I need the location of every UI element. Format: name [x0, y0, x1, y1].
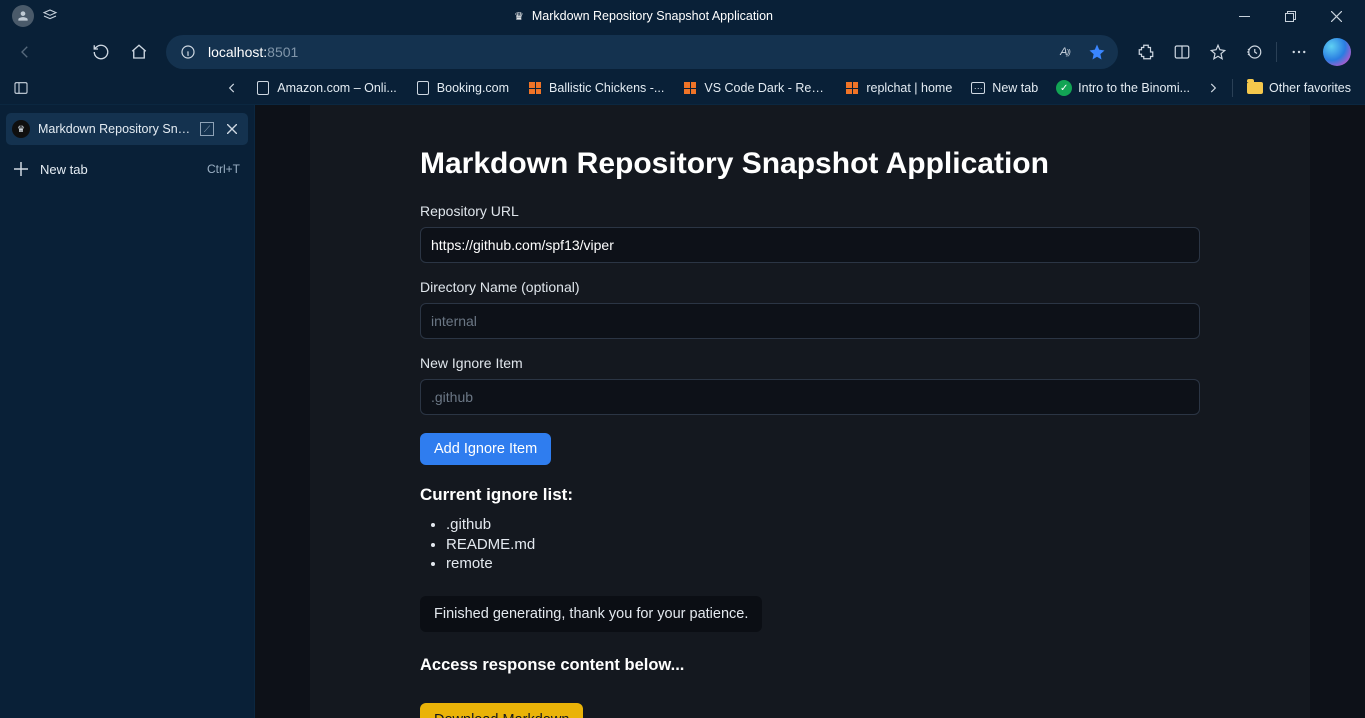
read-aloud-icon[interactable]: A)): [1050, 37, 1080, 67]
access-heading: Access response content below...: [420, 656, 1200, 675]
dir-name-label: Directory Name (optional): [420, 279, 1200, 295]
favorite-label: VS Code Dark - Rep...: [704, 81, 826, 95]
tab-favicon-icon: ♛: [12, 120, 30, 138]
vertical-tab-strip: ♛ Markdown Repository Snapshot ⟋ New tab…: [0, 105, 255, 718]
sq-icon: [844, 80, 860, 96]
page-icon: [255, 80, 271, 96]
status-message: Finished generating, thank you for your …: [420, 596, 762, 632]
tab-close-icon[interactable]: [222, 119, 242, 139]
site-info-icon[interactable]: [178, 42, 198, 62]
new-tab-label: New tab: [40, 162, 197, 177]
profile-avatar[interactable]: [12, 5, 34, 27]
close-button[interactable]: [1313, 0, 1359, 32]
favorite-label: Booking.com: [437, 81, 509, 95]
favorites-icon[interactable]: [1200, 35, 1236, 69]
favorite-item[interactable]: replchat | home: [836, 77, 960, 99]
favorite-label: Amazon.com – Onli...: [277, 81, 397, 95]
favorite-item[interactable]: Ballistic Chickens -...: [519, 77, 672, 99]
ignore-list-heading: Current ignore list:: [420, 485, 1200, 505]
vertical-tab-active[interactable]: ♛ Markdown Repository Snapshot ⟋: [6, 113, 248, 145]
address-url: localhost:8501: [208, 44, 1040, 60]
extensions-icon[interactable]: [1128, 35, 1164, 69]
vertical-tabs-toggle[interactable]: [6, 73, 36, 103]
tab-mute-icon[interactable]: ⟋: [200, 122, 214, 136]
nav-toolbar: localhost:8501 A)): [0, 32, 1365, 72]
favorite-item[interactable]: Amazon.com – Onli...: [247, 77, 405, 99]
fav-scroll-right[interactable]: [1200, 75, 1226, 101]
streamlit-app: Markdown Repository Snapshot Application…: [310, 105, 1310, 718]
sidebar-icon[interactable]: [1164, 35, 1200, 69]
favorite-label: Ballistic Chickens -...: [549, 81, 664, 95]
other-favorites-label: Other favorites: [1269, 81, 1351, 95]
favbar-divider: [1232, 79, 1233, 97]
minimize-button[interactable]: [1221, 0, 1267, 32]
ignore-item-input[interactable]: [420, 379, 1200, 415]
more-menu-icon[interactable]: [1281, 35, 1317, 69]
address-bar[interactable]: localhost:8501 A)): [166, 35, 1118, 69]
page-viewport[interactable]: Markdown Repository Snapshot Application…: [255, 105, 1365, 718]
plus-icon: [14, 162, 30, 176]
new-tab-button[interactable]: New tab Ctrl+T: [6, 151, 248, 187]
fav-scroll-left[interactable]: [219, 75, 245, 101]
favorite-item[interactable]: VS Code Dark - Rep...: [674, 77, 834, 99]
titlebar: ♛ Markdown Repository Snapshot Applicati…: [0, 0, 1365, 32]
dir-name-input[interactable]: [420, 303, 1200, 339]
new-tab-shortcut: Ctrl+T: [207, 162, 240, 176]
favorite-item[interactable]: Booking.com: [407, 77, 517, 99]
repo-url-input[interactable]: [420, 227, 1200, 263]
tab-title: Markdown Repository Snapshot: [38, 122, 192, 136]
add-ignore-button[interactable]: Add Ignore Item: [420, 433, 551, 465]
app-favicon-icon: ♛: [514, 10, 524, 23]
home-button[interactable]: [122, 35, 156, 69]
maximize-button[interactable]: [1267, 0, 1313, 32]
ignore-list: .githubREADME.mdremote: [446, 515, 1200, 574]
window-title: Markdown Repository Snapshot Application: [532, 9, 773, 23]
workspace: ♛ Markdown Repository Snapshot ⟋ New tab…: [0, 104, 1365, 718]
refresh-button[interactable]: [84, 35, 118, 69]
folder-icon: [1247, 82, 1263, 94]
page-icon: [415, 80, 431, 96]
ignore-list-item: .github: [446, 515, 1200, 535]
copilot-icon[interactable]: [1323, 38, 1351, 66]
favorites-bar: Amazon.com – Onli... Booking.com Ballistic…: [0, 72, 1365, 104]
history-icon[interactable]: [1236, 35, 1272, 69]
back-button[interactable]: [8, 35, 42, 69]
repo-url-label: Repository URL: [420, 203, 1200, 219]
favorite-label: Intro to the Binomi...: [1078, 81, 1190, 95]
ignore-list-item: remote: [446, 554, 1200, 574]
favorite-item[interactable]: New tab: [962, 77, 1046, 99]
favorite-label: New tab: [992, 81, 1038, 95]
dots-icon: [970, 80, 986, 96]
download-button[interactable]: Download Markdown: [420, 703, 583, 718]
other-favorites[interactable]: Other favorites: [1239, 77, 1359, 99]
favorite-item[interactable]: ✓ Intro to the Binomi...: [1048, 77, 1198, 99]
favorite-star-icon[interactable]: [1082, 37, 1112, 67]
ignore-list-item: README.md: [446, 535, 1200, 555]
green-icon: ✓: [1056, 80, 1072, 96]
toolbar-divider: [1276, 42, 1277, 62]
ignore-item-label: New Ignore Item: [420, 355, 1200, 371]
workspaces-icon[interactable]: [34, 0, 66, 32]
page-title: Markdown Repository Snapshot Application: [420, 147, 1200, 181]
favorite-label: replchat | home: [866, 81, 952, 95]
sq-icon: [527, 80, 543, 96]
sq-icon: [682, 80, 698, 96]
